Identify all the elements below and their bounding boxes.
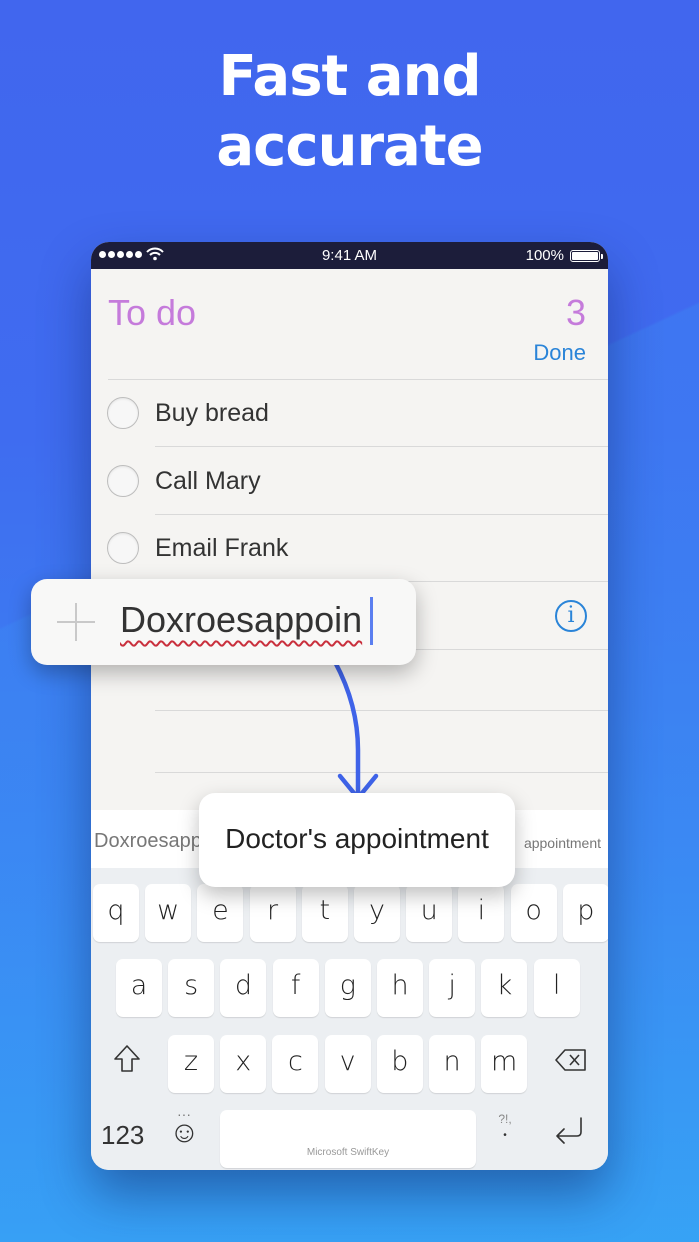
key-k[interactable]: k: [481, 959, 528, 1017]
done-button[interactable]: Done: [533, 340, 586, 366]
todo-label: Buy bread: [155, 399, 269, 427]
key-z[interactable]: z: [168, 1035, 214, 1093]
arrow-icon: [332, 660, 379, 801]
key-g[interactable]: g: [324, 959, 371, 1017]
numbers-key[interactable]: 123: [101, 1120, 144, 1151]
key-d[interactable]: d: [220, 959, 267, 1017]
key-m[interactable]: m: [481, 1035, 528, 1093]
battery-percent: 100%: [525, 247, 564, 264]
divider: [108, 379, 608, 380]
key-n[interactable]: n: [429, 1035, 475, 1093]
text-caret: [370, 597, 373, 645]
todo-checkbox[interactable]: [107, 532, 139, 564]
space-bar-label: Microsoft SwiftKey: [306, 1147, 390, 1158]
key-h[interactable]: h: [377, 959, 423, 1017]
key-l[interactable]: l: [533, 959, 580, 1017]
info-icon[interactable]: i: [555, 600, 587, 632]
prediction-popup[interactable]: Doctor's appointment: [199, 793, 515, 887]
key-i[interactable]: i: [458, 884, 505, 942]
key-e[interactable]: e: [197, 884, 244, 942]
return-icon[interactable]: [553, 1116, 585, 1146]
shift-icon[interactable]: [113, 1044, 141, 1074]
headline-line-2: accurate: [216, 114, 483, 179]
todo-label: Call Mary: [155, 467, 261, 495]
todo-item[interactable]: Email Frank: [91, 518, 608, 578]
headline: Fast and accurate: [0, 42, 699, 182]
space-bar[interactable]: Microsoft SwiftKey: [220, 1110, 476, 1168]
todo-checkbox[interactable]: [107, 397, 139, 429]
key-p[interactable]: p: [562, 884, 608, 942]
key-f[interactable]: f: [272, 959, 319, 1017]
key-b[interactable]: b: [376, 1035, 423, 1093]
new-item-field[interactable]: Doxroesappoin: [31, 579, 416, 665]
key-x[interactable]: x: [220, 1035, 267, 1093]
key-r[interactable]: r: [249, 884, 296, 942]
todo-checkbox[interactable]: [107, 465, 139, 497]
new-item-text[interactable]: Doxroesappoin: [120, 599, 362, 641]
list-count: 3: [565, 292, 586, 333]
divider: [155, 446, 608, 447]
todo-item[interactable]: Buy bread: [91, 383, 608, 443]
emoji-icon[interactable]: ☺: [169, 1116, 200, 1150]
backspace-icon[interactable]: [555, 1048, 587, 1072]
key-a[interactable]: a: [116, 959, 162, 1017]
suggestion-right[interactable]: appointment: [524, 835, 601, 851]
status-bar: 9:41 AM 100%: [91, 242, 608, 269]
battery-icon: [570, 250, 603, 262]
plus-icon[interactable]: [57, 603, 95, 641]
prediction-text: Doctor's appointment: [225, 823, 489, 854]
punctuation-dot: •: [503, 1130, 507, 1141]
headline-line-1: Fast and: [218, 44, 481, 109]
punctuation-key-label[interactable]: ?!,: [493, 1112, 517, 1126]
key-c[interactable]: c: [272, 1035, 319, 1093]
key-u[interactable]: u: [406, 884, 453, 942]
divider: [155, 514, 608, 515]
key-y[interactable]: y: [354, 884, 400, 942]
list-title: To do: [108, 292, 197, 333]
key-t[interactable]: t: [301, 884, 348, 942]
todo-label: Email Frank: [155, 534, 289, 562]
suggestion-left[interactable]: Doxroesapp: [94, 830, 202, 853]
keyboard: qwertyuiop asdfghjkl zxcvbnm 123 ··· ☺ M…: [91, 868, 608, 1170]
key-s[interactable]: s: [168, 959, 215, 1017]
todo-item[interactable]: Call Mary: [91, 451, 608, 511]
key-v[interactable]: v: [324, 1035, 371, 1093]
key-w[interactable]: w: [145, 884, 192, 942]
key-o[interactable]: o: [510, 884, 557, 942]
key-j[interactable]: j: [429, 959, 476, 1017]
key-q[interactable]: q: [93, 884, 139, 942]
